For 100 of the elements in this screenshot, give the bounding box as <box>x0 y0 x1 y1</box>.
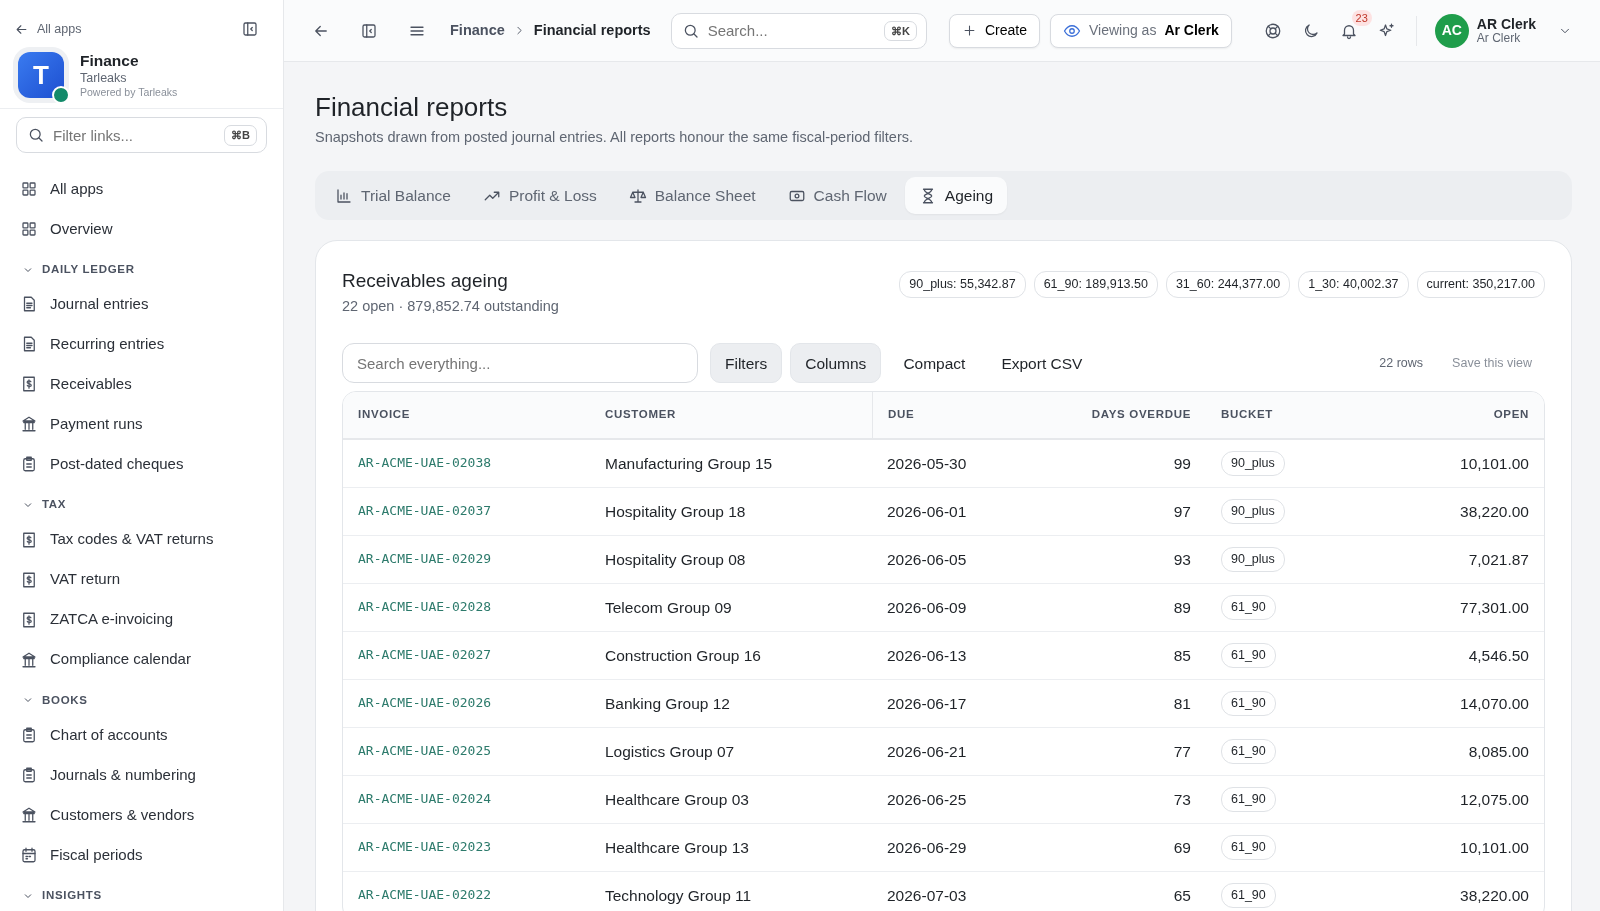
table-cell: 2026-06-21 <box>872 727 1072 776</box>
table-cell: 10,101.00 <box>1384 823 1544 872</box>
grid-icon <box>20 180 38 199</box>
table-cell: 99 <box>1072 439 1206 488</box>
table-cell: 69 <box>1072 823 1206 872</box>
lifebuoy-icon <box>1263 21 1282 40</box>
bucket-tag: 61_90 <box>1221 642 1276 668</box>
shortcut-key: ⌘K <box>883 20 917 41</box>
table-cell: 65 <box>1072 871 1206 911</box>
row-count: 22 rows <box>1379 355 1424 373</box>
invoice-link[interactable]: AR-ACME-UAE-02024 <box>358 789 492 809</box>
invoice-link[interactable]: AR-ACME-UAE-02027 <box>358 645 492 665</box>
user-name: AR Clerk <box>1476 15 1536 32</box>
report-tab[interactable]: Ageing <box>904 176 1008 215</box>
table-cell: 2026-06-17 <box>872 679 1072 728</box>
section-header[interactable]: DAILY LEDGER <box>0 249 157 285</box>
dollar-document-icon <box>20 570 38 589</box>
table-cell: Hospitality Group 18 <box>590 487 872 536</box>
toolbar-button[interactable]: Export CSV <box>987 343 1097 384</box>
create-button[interactable]: Create <box>948 13 1040 48</box>
clipboard-icon <box>20 455 38 474</box>
table-cell: 4,546.50 <box>1384 631 1544 680</box>
toolbar-button[interactable]: Compact <box>889 343 980 384</box>
bank-icon <box>20 805 38 824</box>
sidebar-item[interactable]: Fiscal periods <box>0 834 283 875</box>
powered-by-text: Powered by Tarleaks <box>80 85 178 99</box>
page-subtitle: Snapshots drawn from posted journal entries. All reports honour the same fiscal-period filters. <box>315 128 915 148</box>
sidebar-item[interactable]: Compliance calendar <box>0 639 283 680</box>
invoice-link[interactable]: AR-ACME-UAE-02025 <box>358 741 492 761</box>
table-cell: Hospitality Group 08 <box>590 535 872 584</box>
sidebar-item[interactable]: Recurring entries <box>0 324 283 365</box>
table-cell: Telecom Group 09 <box>590 583 872 632</box>
table-cell: Banking Group 12 <box>590 679 872 728</box>
table-cell: Construction Group 16 <box>590 631 872 680</box>
grid-icon <box>20 220 38 239</box>
sidebar-item[interactable]: Journals & numbering <box>0 754 283 795</box>
dollar-document-icon <box>20 375 38 394</box>
plus-icon <box>961 23 977 38</box>
column-header[interactable]: CUSTOMER <box>590 392 872 440</box>
table-cell: 2026-06-01 <box>872 487 1072 536</box>
user-role: Ar Clerk <box>1476 31 1522 46</box>
calendar-icon <box>20 845 38 864</box>
sidebar-item[interactable]: Receivables <box>0 364 283 405</box>
report-tab[interactable]: Cash Flow <box>773 176 901 215</box>
table-cell: 93 <box>1072 535 1206 584</box>
bucket-total: 61_90: 189,913.50 <box>1033 271 1158 298</box>
table-cell: 7,021.87 <box>1384 535 1544 584</box>
table-cell: 73 <box>1072 775 1206 824</box>
table-cell: 77,301.00 <box>1384 583 1544 632</box>
sidebar-item[interactable]: Payment runs <box>0 404 283 445</box>
bucket-tag: 90_plus <box>1221 450 1285 476</box>
report-summary: 22 open · 879,852.74 outstanding <box>342 296 559 316</box>
report-tab[interactable]: Balance Sheet <box>614 176 770 215</box>
all-apps-link[interactable]: All apps <box>14 19 82 39</box>
sidebar-item[interactable]: ZATCA e-invoicing <box>0 599 283 640</box>
dollar-document-icon <box>20 610 38 629</box>
table-cell: 77 <box>1072 727 1206 776</box>
sidebar-toggle-icon <box>360 21 378 40</box>
sidebar-item[interactable]: Overview <box>0 209 283 250</box>
table-cell: 38,220.00 <box>1384 487 1544 536</box>
invoice-link[interactable]: AR-ACME-UAE-02026 <box>358 693 492 713</box>
sidebar-item[interactable]: Tax codes & VAT returns <box>0 519 283 560</box>
section-header[interactable]: BOOKS <box>0 679 110 715</box>
sidebar-item[interactable]: Journal entries <box>0 284 283 325</box>
report-tab[interactable]: Trial Balance <box>321 176 465 215</box>
sidebar-item[interactable]: VAT return <box>0 559 283 600</box>
section-header[interactable]: TAX <box>0 484 89 520</box>
table-search-field[interactable]: Search everything... <box>342 343 698 384</box>
page-title: Financial reports <box>315 92 509 124</box>
column-header[interactable]: INVOICE <box>343 392 590 440</box>
app-name: Finance <box>80 52 140 71</box>
sidebar-item[interactable]: All apps <box>0 169 283 210</box>
toolbar-button[interactable]: Filters <box>710 343 783 384</box>
column-header[interactable]: BUCKET <box>1206 392 1384 440</box>
column-header[interactable]: OPEN <box>1384 392 1544 440</box>
clipboard-icon <box>20 725 38 744</box>
table-cell: Technology Group 11 <box>590 871 872 911</box>
section-header[interactable]: INSIGHTS <box>0 874 124 911</box>
invoice-link[interactable]: AR-ACME-UAE-02029 <box>358 549 492 569</box>
invoice-link[interactable]: AR-ACME-UAE-02022 <box>358 885 492 905</box>
bucket-tag: 61_90 <box>1221 834 1276 860</box>
bucket-total: current: 350,217.00 <box>1416 271 1545 298</box>
clipboard-icon <box>20 765 38 784</box>
invoice-link[interactable]: AR-ACME-UAE-02028 <box>358 597 492 617</box>
column-header[interactable]: DAYS OVERDUE <box>1072 392 1206 440</box>
dollar-document-icon <box>20 530 38 549</box>
toolbar-button[interactable]: Columns <box>790 343 882 384</box>
breadcrumb-link[interactable]: Finance <box>450 19 505 42</box>
sidebar-item[interactable]: Post-dated cheques <box>0 444 283 485</box>
report-title: Receivables ageing <box>342 269 509 294</box>
viewing-as-button[interactable]: Viewing as Ar Clerk <box>1049 13 1232 48</box>
bank-icon <box>20 415 38 434</box>
column-header[interactable]: DUE <box>872 392 1072 440</box>
sidebar-toggle-icon <box>241 20 259 38</box>
sidebar-item[interactable]: Chart of accounts <box>0 714 283 755</box>
invoice-link[interactable]: AR-ACME-UAE-02038 <box>358 453 492 473</box>
sidebar-item[interactable]: Customers & vendors <box>0 794 283 835</box>
report-tab[interactable]: Profit & Loss <box>468 176 611 215</box>
invoice-link[interactable]: AR-ACME-UAE-02023 <box>358 837 492 857</box>
invoice-link[interactable]: AR-ACME-UAE-02037 <box>358 501 492 521</box>
